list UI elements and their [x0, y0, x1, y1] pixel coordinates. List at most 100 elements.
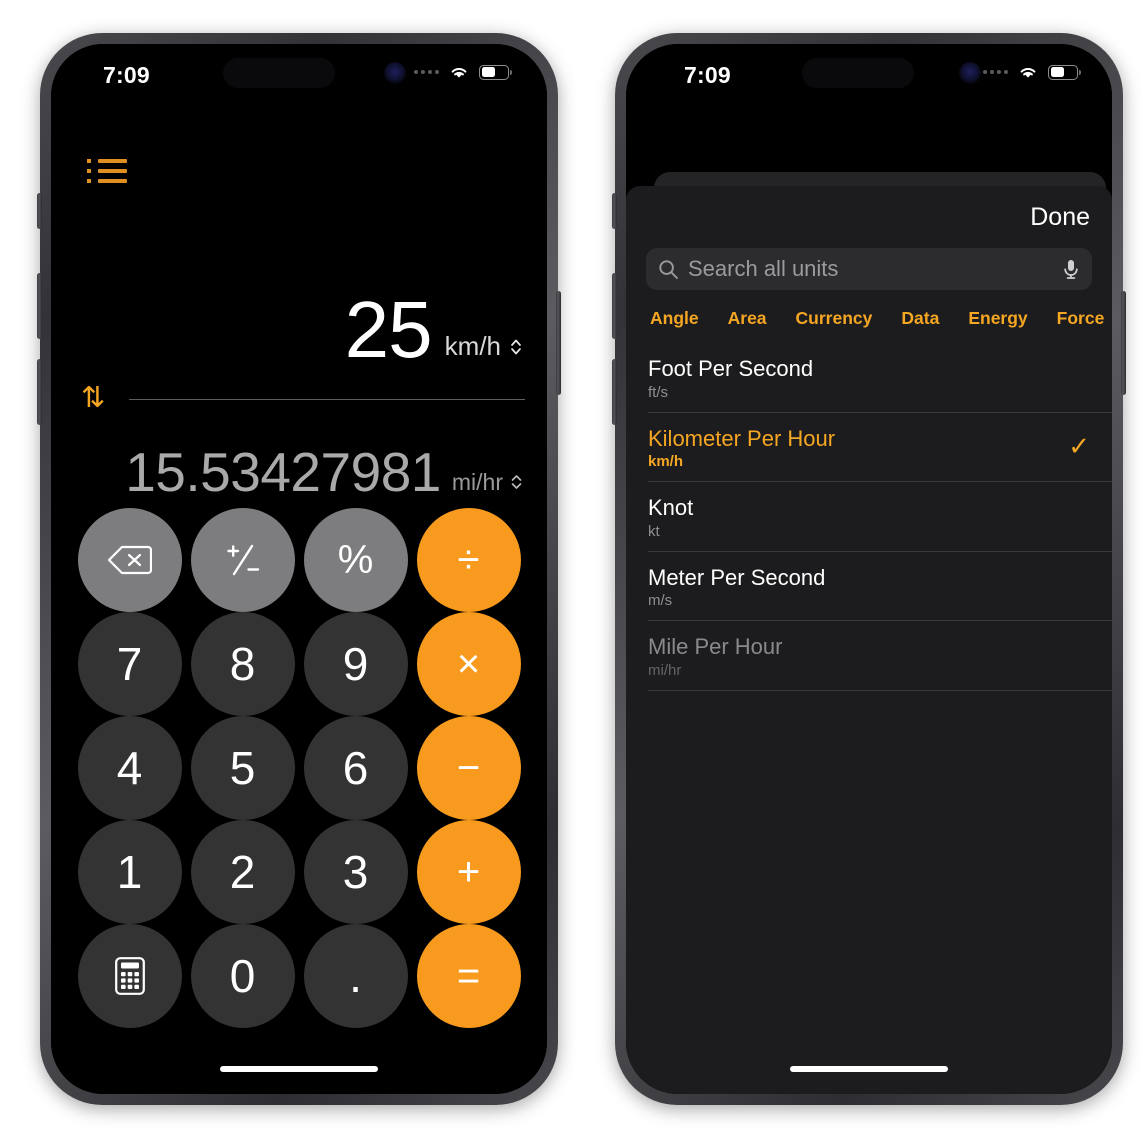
digit-5-key[interactable]: 5 [190, 716, 295, 820]
wifi-icon-right [1020, 68, 1036, 78]
search-icon [659, 259, 678, 279]
backspace-key[interactable] [77, 508, 182, 612]
multiply-key[interactable]: × [416, 612, 521, 716]
status-time-right: 7:09 [684, 62, 731, 88]
delete-icon [107, 545, 152, 575]
list-bullets-icon[interactable] [87, 156, 129, 188]
power-button[interactable] [556, 291, 561, 395]
checkmark-icon: ✓ [1068, 431, 1090, 462]
digit-6-key-label: 6 [342, 742, 369, 794]
primary-unit-chevron-icon[interactable] [509, 336, 523, 362]
conversion-display: 25 km/h ⇅ 15.53427981 mi/hr [51, 284, 547, 500]
dynamic-island-right [802, 58, 914, 88]
search-bar[interactable]: Search all units [646, 248, 1092, 290]
primary-value-row[interactable]: 25 km/h [51, 284, 547, 374]
digit-4-key-label: 4 [116, 742, 143, 794]
dynamic-island [223, 58, 335, 88]
unit-abbreviation: ft/s [648, 383, 669, 401]
digit-9-key-label: 9 [342, 638, 369, 690]
digit-8-key[interactable]: 8 [190, 612, 295, 716]
divide-key-label: ÷ [457, 538, 480, 582]
sheet-header: Done [626, 186, 1112, 248]
plus-minus-icon [226, 544, 259, 576]
subtract-key-label: − [456, 746, 481, 790]
unit-option-row[interactable]: Foot Per Second ft/s [626, 342, 1112, 412]
volume-up-button-right[interactable] [612, 273, 617, 339]
done-button[interactable]: Done [1030, 203, 1090, 232]
divide-key[interactable]: ÷ [416, 508, 521, 612]
unit-name: Mile Per Hour [648, 634, 783, 659]
category-tab-energy[interactable]: Energy [968, 308, 1027, 329]
swap-units-icon[interactable]: ⇅ [81, 384, 105, 413]
digit-7-key-label: 7 [116, 638, 143, 690]
digit-6-key[interactable]: 6 [303, 716, 408, 820]
digit-3-key[interactable]: 3 [303, 820, 408, 924]
unit-option-row: Mile Per Hour mi/hr [626, 620, 1112, 690]
category-tab-data[interactable]: Data [901, 308, 939, 329]
power-button-right[interactable] [1121, 291, 1126, 395]
unit-option-row[interactable]: Meter Per Second m/s [626, 550, 1112, 621]
unit-picker-sheet: Done Search all units Angle Area Currenc… [626, 186, 1112, 1094]
percent-key-label: % [337, 538, 374, 582]
wifi-icon [451, 68, 467, 78]
secondary-value-row[interactable]: 15.53427981 mi/hr [51, 438, 547, 500]
search-input[interactable]: Search all units [688, 256, 1053, 282]
equals-key[interactable]: = [416, 924, 521, 1028]
sign-toggle-key[interactable] [190, 508, 295, 612]
unit-name: Foot Per Second [648, 356, 814, 381]
volume-down-button[interactable] [37, 359, 42, 425]
front-camera-dot [384, 62, 406, 84]
unit-abbreviation: mi/hr [648, 661, 682, 679]
home-indicator[interactable] [220, 1066, 378, 1072]
battery-icon-right [1048, 64, 1081, 80]
decimal-key-label: . [349, 950, 362, 1002]
add-key[interactable]: + [416, 820, 521, 924]
unit-option-row[interactable]: Kilometer Per Hour km/h ✓ [626, 411, 1112, 482]
home-indicator-right[interactable] [790, 1066, 948, 1072]
category-tab-force[interactable]: Force [1057, 308, 1105, 329]
status-bar: 7:09 [51, 44, 547, 106]
volume-up-button[interactable] [37, 273, 42, 339]
status-time: 7:09 [103, 62, 150, 88]
secondary-value: 15.53427981 [125, 441, 441, 503]
unit-picker-screen: 7:09 Done Search all units Angle Area Cu… [626, 44, 1112, 1094]
volume-down-button-right[interactable] [612, 359, 617, 425]
category-tab-angle[interactable]: Angle [650, 308, 699, 329]
status-bar-right: 7:09 [626, 44, 1112, 106]
silent-switch-button[interactable] [37, 193, 42, 229]
front-camera-dot-right [959, 62, 981, 84]
primary-unit-label: km/h [444, 331, 501, 361]
secondary-unit-chevron-icon[interactable] [510, 472, 523, 496]
unit-option-row[interactable]: Knot kt [626, 481, 1112, 551]
digit-7-key[interactable]: 7 [77, 612, 182, 716]
unit-name: Meter Per Second [648, 564, 826, 590]
unit-abbreviation: km/h [648, 453, 684, 470]
digit-3-key-label: 3 [342, 846, 369, 898]
digit-8-key-label: 8 [229, 638, 256, 690]
silent-switch-button-right[interactable] [612, 193, 617, 229]
digit-0-key-label: 0 [229, 950, 256, 1002]
unit-abbreviation: m/s [648, 592, 673, 609]
digit-4-key[interactable]: 4 [77, 716, 182, 820]
category-tab-bar[interactable]: Angle Area Currency Data Energy Force [626, 290, 1112, 342]
phone-screen-left: 7:09 25 km/h ⇅ 15.53427981 mi/hr % ÷ 7 8… [51, 44, 547, 1094]
primary-value: 25 [344, 285, 433, 374]
percent-key[interactable]: % [303, 508, 408, 612]
microphone-icon[interactable] [1062, 258, 1080, 280]
subtract-key[interactable]: − [416, 716, 521, 820]
calculator-mode-key[interactable] [77, 924, 182, 1028]
digit-0-key[interactable]: 0 [190, 924, 295, 1028]
phone-screen-right: 7:09 Done Search all units Angle Area Cu… [626, 44, 1112, 1094]
category-tab-area[interactable]: Area [728, 308, 767, 329]
list-end-separator [648, 689, 1112, 691]
digit-2-key[interactable]: 2 [190, 820, 295, 924]
secondary-unit-label: mi/hr [451, 469, 503, 495]
calculator-icon [114, 957, 145, 995]
calculator-keypad: % ÷ 7 8 9 × 4 5 6 − 1 2 3 +0. = [73, 508, 525, 1028]
category-tab-currency[interactable]: Currency [796, 308, 873, 329]
decimal-key[interactable]: . [303, 924, 408, 1028]
status-indicators [414, 64, 512, 80]
digit-9-key[interactable]: 9 [303, 612, 408, 716]
digit-1-key[interactable]: 1 [77, 820, 182, 924]
converter-app-screen: 7:09 25 km/h ⇅ 15.53427981 mi/hr % ÷ 7 8… [51, 44, 547, 1094]
